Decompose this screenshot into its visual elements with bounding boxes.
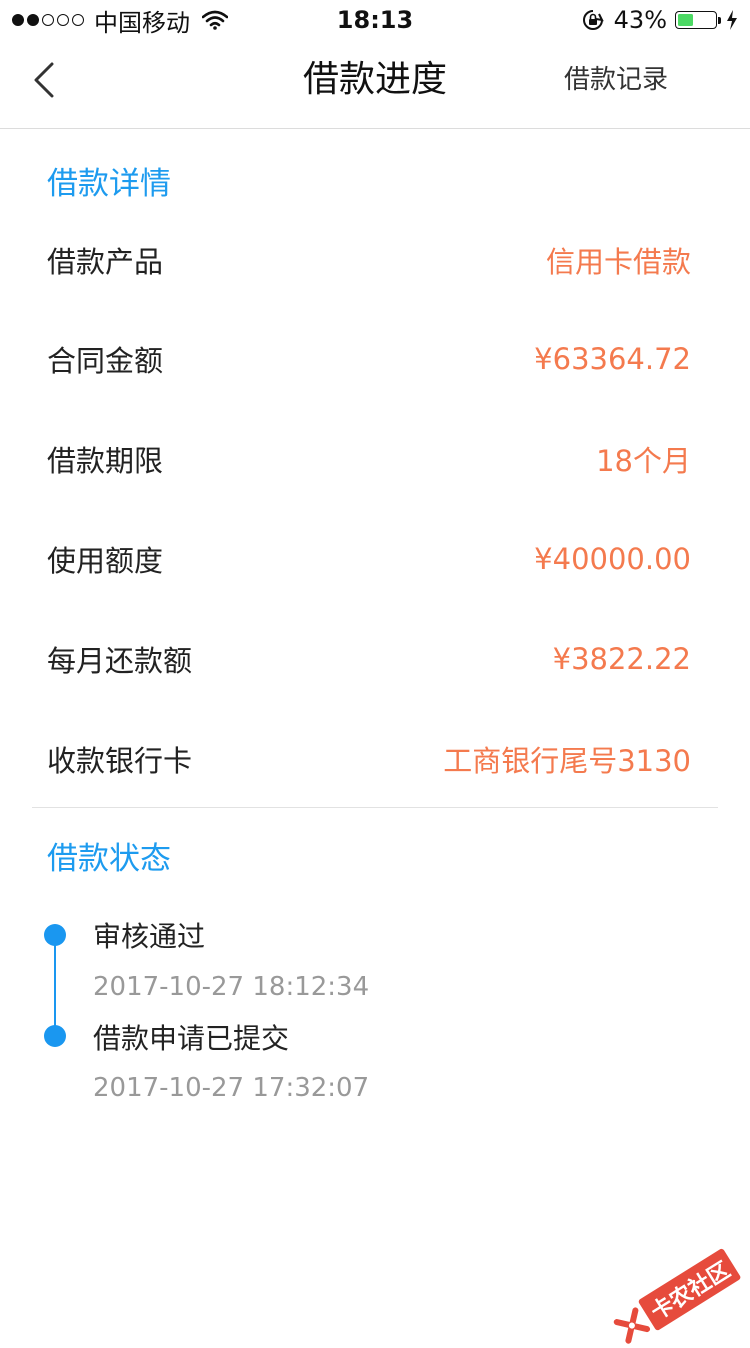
timeline-event-title: 审核通过	[93, 920, 206, 953]
watermark: 卡农社区	[610, 1247, 742, 1348]
status-bar: 中国移动 18:13 43%	[0, 0, 750, 40]
loan-details-title: 借款详情	[47, 166, 171, 202]
loan-status-title: 借款状态	[47, 841, 171, 877]
detail-label: 使用额度	[47, 544, 164, 578]
detail-value: ¥63364.72	[534, 342, 691, 376]
battery-icon	[675, 11, 717, 29]
section-divider	[32, 807, 718, 808]
detail-value: 信用卡借款	[545, 245, 691, 279]
detail-row-term: 借款期限 18个月	[47, 435, 691, 483]
detail-label: 每月还款额	[47, 644, 193, 678]
battery-percentage: 43%	[613, 6, 667, 34]
detail-value: 18个月	[596, 444, 691, 478]
detail-row-contract-amount: 合同金额 ¥63364.72	[47, 335, 691, 383]
detail-row-product: 借款产品 信用卡借款	[47, 236, 691, 284]
detail-row-bank-card: 收款银行卡 工商银行尾号3130	[47, 735, 691, 783]
detail-value: 工商银行尾号3130	[443, 744, 691, 778]
watermark-text: 卡农社区	[637, 1247, 742, 1332]
timeline-dot	[44, 1025, 66, 1047]
battery-tip	[718, 16, 721, 24]
detail-value: ¥40000.00	[534, 542, 691, 576]
timeline-line	[54, 935, 56, 1037]
timeline-dot	[44, 924, 66, 946]
detail-value: ¥3822.22	[552, 642, 691, 676]
timeline-event-time: 2017-10-27 17:32:07	[93, 1073, 370, 1103]
battery-fill	[678, 14, 694, 26]
charging-bolt-icon	[726, 10, 738, 30]
detail-label: 收款银行卡	[47, 744, 193, 778]
detail-label: 合同金额	[47, 344, 164, 378]
detail-row-monthly-payment: 每月还款额 ¥3822.22	[47, 635, 691, 683]
detail-label: 借款产品	[47, 245, 164, 279]
navigation-bar: 借款进度 借款记录	[0, 40, 750, 129]
detail-label: 借款期限	[47, 444, 164, 478]
loan-records-button[interactable]: 借款记录	[564, 60, 668, 100]
rotation-lock-icon	[582, 9, 604, 31]
timeline-event-title: 借款申请已提交	[93, 1022, 290, 1055]
status-bar-right: 43%	[582, 6, 738, 34]
detail-row-used-quota: 使用额度 ¥40000.00	[47, 535, 691, 583]
timeline-event-time: 2017-10-27 18:12:34	[93, 972, 370, 1002]
